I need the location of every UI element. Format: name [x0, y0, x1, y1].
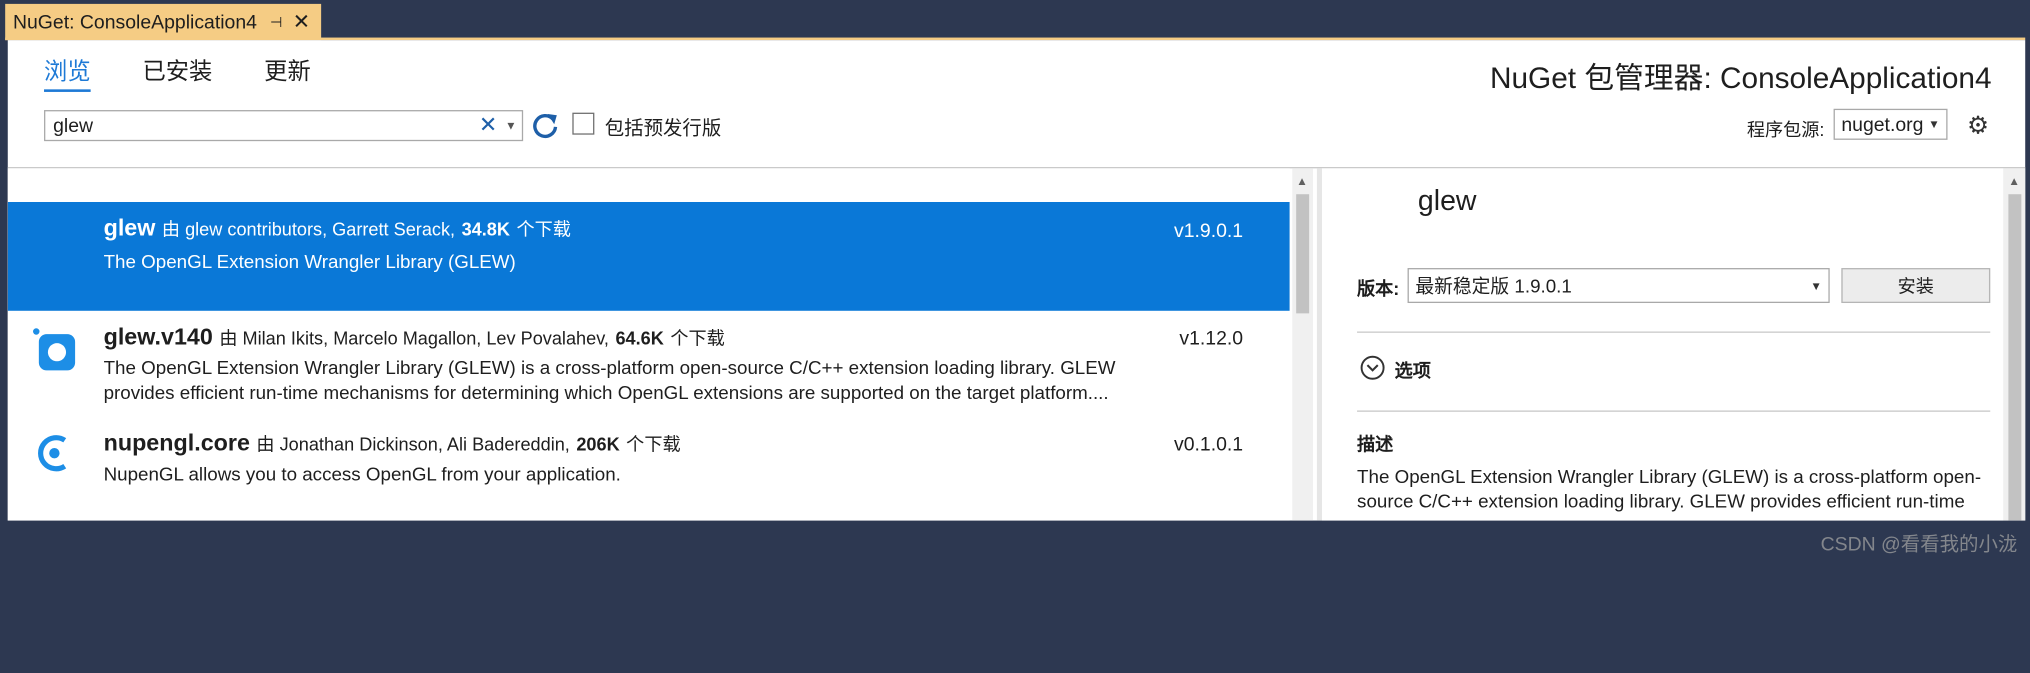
- package-description: NupenGL allows you to access OpenGL from…: [103, 464, 621, 486]
- clear-icon[interactable]: ✕: [479, 113, 497, 139]
- package-list: glew 由 glew contributors, Garrett Serack…: [7, 168, 1290, 521]
- page-title: NuGet 包管理器: ConsoleApplication4: [1489, 60, 1992, 95]
- package-source-select[interactable]: nuget.org ▼: [1833, 108, 1948, 140]
- tab-updates[interactable]: 更新: [264, 53, 311, 92]
- expand-chevron-icon[interactable]: [1360, 355, 1386, 381]
- gear-icon[interactable]: ⚙: [1967, 111, 1989, 141]
- document-tab[interactable]: NuGet: ConsoleApplication4 ⊣ ✕: [5, 3, 322, 41]
- description-heading: 描述: [1357, 433, 1394, 455]
- scroll-thumb[interactable]: [1296, 194, 1310, 314]
- divider: [1357, 410, 1991, 412]
- tab-browse[interactable]: 浏览: [44, 53, 91, 92]
- list-item[interactable]: nupengl.core 由 Jonathan Dickinson, Ali B…: [8, 420, 1290, 521]
- divider: [1357, 331, 1991, 333]
- list-scrollbar[interactable]: ▲: [1292, 168, 1314, 521]
- description-text: The OpenGL Extension Wrangler Library (G…: [1357, 467, 1982, 513]
- prerelease-label: 包括预发行版: [604, 117, 722, 140]
- close-icon[interactable]: ✕: [293, 9, 310, 35]
- refresh-icon[interactable]: [531, 111, 559, 139]
- package-icon: [38, 435, 67, 472]
- scroll-up-icon[interactable]: ▲: [1296, 175, 1308, 188]
- options-toggle[interactable]: 选项: [1395, 357, 1431, 383]
- install-button[interactable]: 安装: [1841, 268, 1991, 304]
- list-item[interactable]: glew 由 glew contributors, Garrett Serack…: [7, 202, 1290, 311]
- package-name: nupengl.core 由 Jonathan Dickinson, Ali B…: [103, 429, 681, 456]
- package-version: v1.9.0.1: [1173, 220, 1244, 243]
- details-scrollbar[interactable]: ▲: [2003, 168, 2026, 521]
- chevron-down-icon: ▼: [1928, 117, 1940, 131]
- version-value: 最新稳定版 1.9.0.1: [1415, 277, 1572, 298]
- scroll-thumb[interactable]: [2008, 194, 2022, 521]
- package-version: v1.12.0: [1179, 327, 1244, 350]
- chevron-down-icon: ▼: [1810, 279, 1822, 292]
- package-name: glew.v140 由 Milan Ikits, Marcelo Magallo…: [103, 323, 725, 350]
- package-description: The OpenGL Extension Wrangler Library (G…: [103, 252, 516, 274]
- package-source-value: nuget.org: [1841, 113, 1924, 136]
- details-pane: glew 版本: 最新稳定版 1.9.0.1 ▼ 安装 选项 描述 The Op…: [1322, 168, 2004, 521]
- top-nav: 浏览 已安装 更新: [44, 53, 311, 92]
- search-input[interactable]: glew ✕ ▼: [44, 110, 524, 142]
- package-icon: [33, 328, 76, 371]
- search-value: glew: [53, 114, 94, 137]
- package-name: glew 由 glew contributors, Garrett Serack…: [103, 214, 571, 241]
- version-select[interactable]: 最新稳定版 1.9.0.1 ▼: [1407, 268, 1830, 304]
- package-description: The OpenGL Extension Wrangler Library (G…: [103, 358, 1116, 405]
- list-item[interactable]: glew.v140 由 Milan Ikits, Marcelo Magallo…: [8, 311, 1290, 420]
- scroll-up-icon[interactable]: ▲: [2008, 175, 2020, 188]
- package-source-label: 程序包源:: [1746, 119, 1825, 140]
- prerelease-checkbox[interactable]: [572, 112, 595, 135]
- tab-installed[interactable]: 已安装: [142, 53, 212, 92]
- nuget-panel: 浏览 已安装 更新 NuGet 包管理器: ConsoleApplication…: [7, 40, 2026, 556]
- version-label: 版本:: [1357, 278, 1400, 300]
- watermark: CSDN @看看我的小泷: [1820, 533, 2018, 556]
- tab-title: NuGet: ConsoleApplication4: [12, 11, 257, 34]
- details-package-name: glew: [1417, 183, 1477, 217]
- chevron-down-icon[interactable]: ▼: [505, 119, 517, 132]
- package-version: v0.1.0.1: [1173, 433, 1244, 456]
- pin-icon[interactable]: ⊣: [270, 14, 282, 31]
